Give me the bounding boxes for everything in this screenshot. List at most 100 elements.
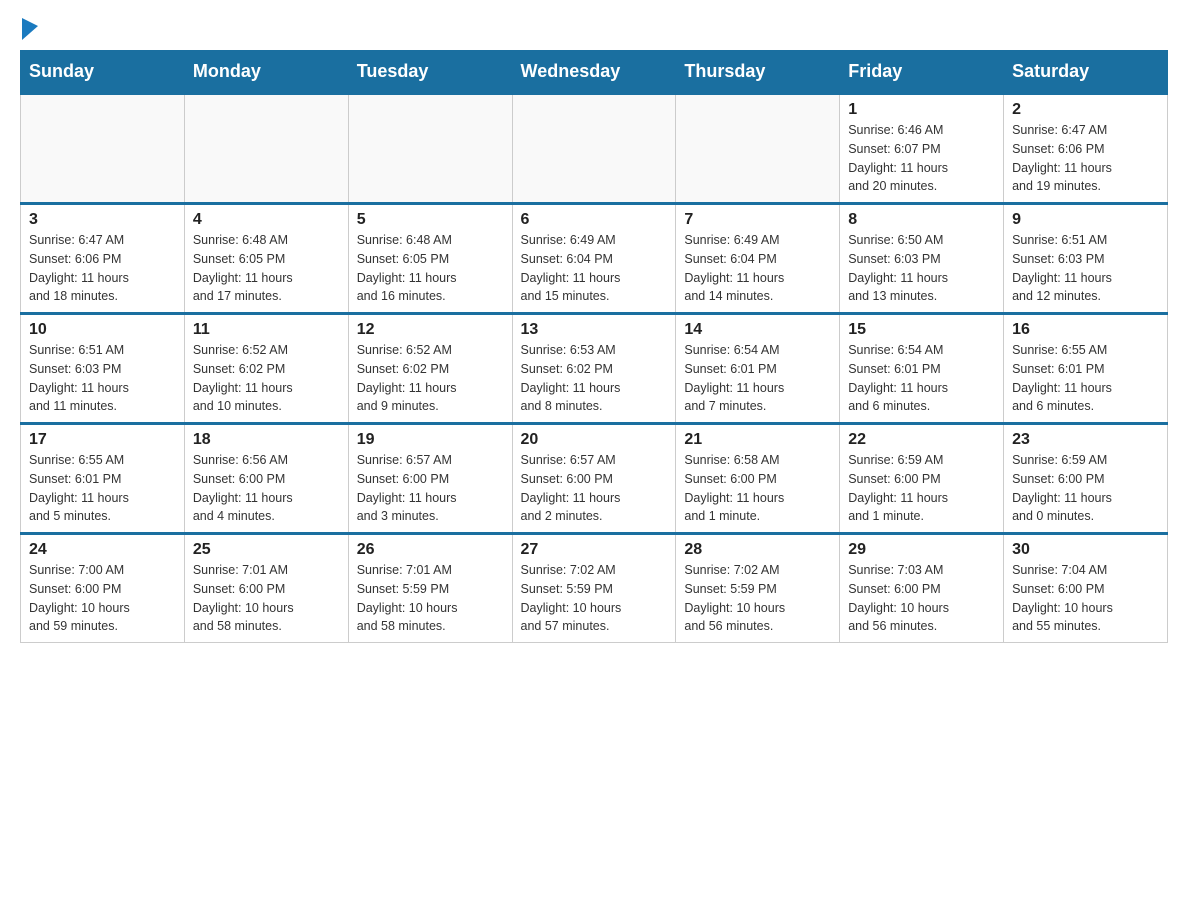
calendar-day-27: 27 Sunrise: 7:02 AMSunset: 5:59 PMDayligh… xyxy=(512,534,676,643)
day-info: Sunrise: 6:50 AMSunset: 6:03 PMDaylight:… xyxy=(848,231,995,306)
day-number: 6 xyxy=(521,211,668,229)
day-info: Sunrise: 6:57 AMSunset: 6:00 PMDaylight:… xyxy=(521,451,668,526)
day-info: Sunrise: 6:54 AMSunset: 6:01 PMDaylight:… xyxy=(848,341,995,416)
calendar-day-6: 6 Sunrise: 6:49 AMSunset: 6:04 PMDaylight… xyxy=(512,204,676,314)
day-number: 30 xyxy=(1012,541,1159,559)
day-info: Sunrise: 6:56 AMSunset: 6:00 PMDaylight:… xyxy=(193,451,340,526)
day-number: 18 xyxy=(193,431,340,449)
calendar-week-4: 17 Sunrise: 6:55 AMSunset: 6:01 PMDayligh… xyxy=(21,424,1168,534)
day-number: 10 xyxy=(29,321,176,339)
day-number: 19 xyxy=(357,431,504,449)
day-info: Sunrise: 6:59 AMSunset: 6:00 PMDaylight:… xyxy=(1012,451,1159,526)
day-info: Sunrise: 7:01 AMSunset: 5:59 PMDaylight:… xyxy=(357,561,504,636)
logo-arrow-icon xyxy=(22,18,44,40)
calendar-day-1: 1Sunrise: 6:46 AMSunset: 6:07 PMDaylight… xyxy=(840,94,1004,204)
calendar-empty-cell xyxy=(21,94,185,204)
day-info: Sunrise: 7:01 AMSunset: 6:00 PMDaylight:… xyxy=(193,561,340,636)
calendar-day-18: 18 Sunrise: 6:56 AMSunset: 6:00 PMDayligh… xyxy=(184,424,348,534)
day-number: 9 xyxy=(1012,211,1159,229)
calendar-day-20: 20 Sunrise: 6:57 AMSunset: 6:00 PMDayligh… xyxy=(512,424,676,534)
day-info: Sunrise: 7:00 AMSunset: 6:00 PMDaylight:… xyxy=(29,561,176,636)
calendar-day-11: 11Sunrise: 6:52 AMSunset: 6:02 PMDayligh… xyxy=(184,314,348,424)
weekday-header-thursday: Thursday xyxy=(676,51,840,94)
weekday-header-friday: Friday xyxy=(840,51,1004,94)
day-info: Sunrise: 6:52 AMSunset: 6:02 PMDaylight:… xyxy=(357,341,504,416)
day-info: Sunrise: 6:47 AMSunset: 6:06 PMDaylight:… xyxy=(1012,121,1159,196)
weekday-header-row: SundayMondayTuesdayWednesdayThursdayFrid… xyxy=(21,51,1168,94)
day-info: Sunrise: 6:48 AMSunset: 6:05 PMDaylight:… xyxy=(357,231,504,306)
weekday-header-saturday: Saturday xyxy=(1004,51,1168,94)
day-number: 2 xyxy=(1012,101,1159,119)
day-info: Sunrise: 6:57 AMSunset: 6:00 PMDaylight:… xyxy=(357,451,504,526)
day-number: 23 xyxy=(1012,431,1159,449)
calendar-day-22: 22 Sunrise: 6:59 AMSunset: 6:00 PMDayligh… xyxy=(840,424,1004,534)
calendar-day-15: 15 Sunrise: 6:54 AMSunset: 6:01 PMDayligh… xyxy=(840,314,1004,424)
day-info: Sunrise: 7:04 AMSunset: 6:00 PMDaylight:… xyxy=(1012,561,1159,636)
day-number: 14 xyxy=(684,321,831,339)
day-number: 17 xyxy=(29,431,176,449)
calendar-day-25: 25Sunrise: 7:01 AMSunset: 6:00 PMDayligh… xyxy=(184,534,348,643)
day-info: Sunrise: 6:55 AMSunset: 6:01 PMDaylight:… xyxy=(29,451,176,526)
day-number: 13 xyxy=(521,321,668,339)
day-info: Sunrise: 6:51 AMSunset: 6:03 PMDaylight:… xyxy=(29,341,176,416)
day-number: 20 xyxy=(521,431,668,449)
calendar-day-30: 30 Sunrise: 7:04 AMSunset: 6:00 PMDayligh… xyxy=(1004,534,1168,643)
day-number: 21 xyxy=(684,431,831,449)
day-info: Sunrise: 6:59 AMSunset: 6:00 PMDaylight:… xyxy=(848,451,995,526)
day-info: Sunrise: 6:47 AMSunset: 6:06 PMDaylight:… xyxy=(29,231,176,306)
calendar-empty-cell xyxy=(184,94,348,204)
day-number: 3 xyxy=(29,211,176,229)
calendar-day-4: 4Sunrise: 6:48 AMSunset: 6:05 PMDaylight… xyxy=(184,204,348,314)
calendar-day-23: 23 Sunrise: 6:59 AMSunset: 6:00 PMDayligh… xyxy=(1004,424,1168,534)
day-number: 22 xyxy=(848,431,995,449)
calendar-day-9: 9 Sunrise: 6:51 AMSunset: 6:03 PMDaylight… xyxy=(1004,204,1168,314)
day-info: Sunrise: 6:58 AMSunset: 6:00 PMDaylight:… xyxy=(684,451,831,526)
weekday-header-wednesday: Wednesday xyxy=(512,51,676,94)
day-info: Sunrise: 6:51 AMSunset: 6:03 PMDaylight:… xyxy=(1012,231,1159,306)
day-info: Sunrise: 7:02 AMSunset: 5:59 PMDaylight:… xyxy=(521,561,668,636)
calendar-day-24: 24 Sunrise: 7:00 AMSunset: 6:00 PMDayligh… xyxy=(21,534,185,643)
day-info: Sunrise: 6:52 AMSunset: 6:02 PMDaylight:… xyxy=(193,341,340,416)
calendar-day-2: 2 Sunrise: 6:47 AMSunset: 6:06 PMDaylight… xyxy=(1004,94,1168,204)
day-number: 12 xyxy=(357,321,504,339)
calendar-day-13: 13Sunrise: 6:53 AMSunset: 6:02 PMDayligh… xyxy=(512,314,676,424)
day-number: 28 xyxy=(684,541,831,559)
calendar-day-26: 26 Sunrise: 7:01 AMSunset: 5:59 PMDayligh… xyxy=(348,534,512,643)
day-info: Sunrise: 6:54 AMSunset: 6:01 PMDaylight:… xyxy=(684,341,831,416)
day-number: 29 xyxy=(848,541,995,559)
calendar-day-8: 8 Sunrise: 6:50 AMSunset: 6:03 PMDaylight… xyxy=(840,204,1004,314)
day-number: 27 xyxy=(521,541,668,559)
calendar-day-3: 3 Sunrise: 6:47 AMSunset: 6:06 PMDaylight… xyxy=(21,204,185,314)
day-number: 7 xyxy=(684,211,831,229)
calendar-day-5: 5Sunrise: 6:48 AMSunset: 6:05 PMDaylight… xyxy=(348,204,512,314)
calendar-day-10: 10 Sunrise: 6:51 AMSunset: 6:03 PMDayligh… xyxy=(21,314,185,424)
calendar-week-1: 1Sunrise: 6:46 AMSunset: 6:07 PMDaylight… xyxy=(21,94,1168,204)
logo xyxy=(20,20,44,40)
day-info: Sunrise: 6:49 AMSunset: 6:04 PMDaylight:… xyxy=(521,231,668,306)
day-number: 24 xyxy=(29,541,176,559)
day-info: Sunrise: 6:46 AMSunset: 6:07 PMDaylight:… xyxy=(848,121,995,196)
day-info: Sunrise: 7:02 AMSunset: 5:59 PMDaylight:… xyxy=(684,561,831,636)
day-info: Sunrise: 6:48 AMSunset: 6:05 PMDaylight:… xyxy=(193,231,340,306)
calendar-week-3: 10 Sunrise: 6:51 AMSunset: 6:03 PMDayligh… xyxy=(21,314,1168,424)
calendar-day-17: 17 Sunrise: 6:55 AMSunset: 6:01 PMDayligh… xyxy=(21,424,185,534)
day-number: 16 xyxy=(1012,321,1159,339)
day-number: 15 xyxy=(848,321,995,339)
calendar-day-21: 21 Sunrise: 6:58 AMSunset: 6:00 PMDayligh… xyxy=(676,424,840,534)
calendar-empty-cell xyxy=(512,94,676,204)
day-number: 8 xyxy=(848,211,995,229)
calendar-day-14: 14 Sunrise: 6:54 AMSunset: 6:01 PMDayligh… xyxy=(676,314,840,424)
calendar-day-19: 19 Sunrise: 6:57 AMSunset: 6:00 PMDayligh… xyxy=(348,424,512,534)
day-info: Sunrise: 6:55 AMSunset: 6:01 PMDaylight:… xyxy=(1012,341,1159,416)
calendar-table: SundayMondayTuesdayWednesdayThursdayFrid… xyxy=(20,50,1168,643)
weekday-header-tuesday: Tuesday xyxy=(348,51,512,94)
day-info: Sunrise: 6:49 AMSunset: 6:04 PMDaylight:… xyxy=(684,231,831,306)
page-header xyxy=(20,20,1168,40)
day-info: Sunrise: 7:03 AMSunset: 6:00 PMDaylight:… xyxy=(848,561,995,636)
calendar-day-28: 28 Sunrise: 7:02 AMSunset: 5:59 PMDayligh… xyxy=(676,534,840,643)
day-number: 26 xyxy=(357,541,504,559)
calendar-day-7: 7 Sunrise: 6:49 AMSunset: 6:04 PMDaylight… xyxy=(676,204,840,314)
calendar-week-5: 24 Sunrise: 7:00 AMSunset: 6:00 PMDayligh… xyxy=(21,534,1168,643)
weekday-header-monday: Monday xyxy=(184,51,348,94)
calendar-empty-cell xyxy=(348,94,512,204)
